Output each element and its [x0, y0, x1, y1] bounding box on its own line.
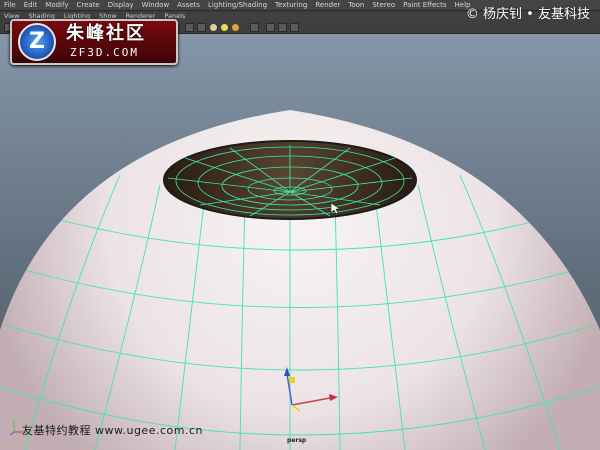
copyright-watermark: © 杨庆钊 • 友基科技 [465, 7, 590, 22]
isolate-select-icon[interactable] [250, 23, 259, 32]
menu-edit[interactable]: Edit [24, 0, 38, 11]
footer-watermark: 友基特约教程 www.ugee.com.cn [22, 424, 203, 437]
light-all-icon[interactable] [221, 24, 228, 31]
texture-icon[interactable] [197, 23, 206, 32]
logo-emblem: Z [18, 23, 56, 61]
logo-chinese-text: 朱峰社区 [66, 23, 146, 44]
menu-paint-effects[interactable]: Paint Effects [403, 0, 446, 11]
menu-toon[interactable]: Toon [348, 0, 364, 11]
menu-display[interactable]: Display [108, 0, 134, 11]
menu-stereo[interactable]: Stereo [372, 0, 395, 11]
menu-create[interactable]: Create [76, 0, 99, 11]
menu-render[interactable]: Render [315, 0, 340, 11]
scene-sphere[interactable] [0, 34, 600, 450]
logo-domain-text: ZF3D.COM [70, 46, 139, 59]
light-selected-icon[interactable] [232, 24, 239, 31]
site-logo: Z 朱峰社区 ZF3D.COM [10, 19, 178, 65]
light-default-icon[interactable] [210, 24, 217, 31]
camera-name-label: persp [287, 437, 307, 444]
menu-file[interactable]: File [4, 0, 16, 11]
logo-letter: Z [29, 29, 45, 54]
menu-window[interactable]: Window [142, 0, 170, 11]
menu-lighting-shading[interactable]: Lighting/Shading [208, 0, 267, 11]
xray-icon[interactable] [266, 23, 275, 32]
xray-components-icon[interactable] [290, 23, 299, 32]
menu-texturing[interactable]: Texturing [275, 0, 307, 11]
menu-assets[interactable]: Assets [177, 0, 200, 11]
wireframe-shaded-icon[interactable] [185, 23, 194, 32]
menu-modify[interactable]: Modify [45, 0, 68, 11]
xray-joints-icon[interactable] [278, 23, 287, 32]
